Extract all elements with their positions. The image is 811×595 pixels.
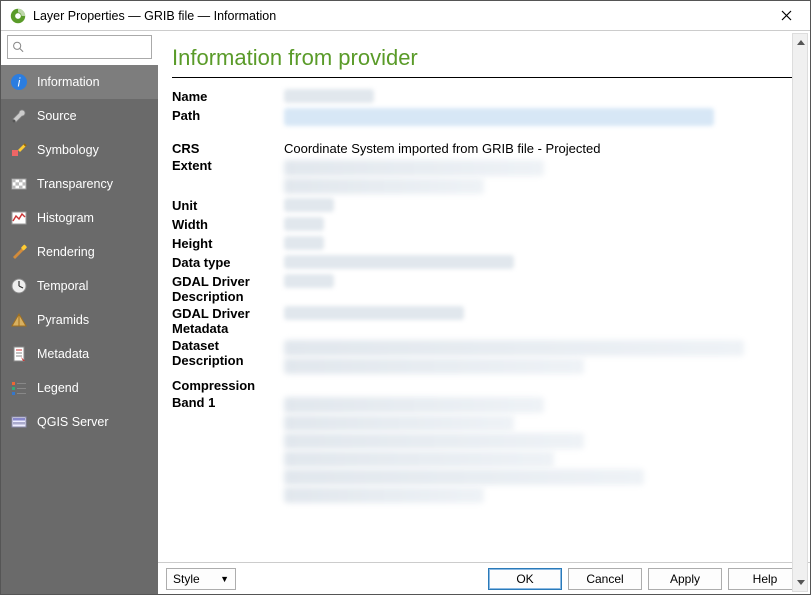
sidebar-item-label: Histogram [37, 211, 94, 225]
style-label: Style [173, 572, 200, 586]
row-gdal-desc: GDAL Driver Description [172, 273, 792, 305]
value [284, 88, 792, 107]
sidebar-item-rendering[interactable]: Rendering [1, 235, 158, 269]
search-input[interactable] [25, 40, 151, 54]
paint-icon [9, 242, 29, 262]
row-path: Path [172, 107, 792, 130]
value [284, 107, 792, 130]
value [284, 394, 792, 506]
key: Data type [172, 254, 284, 273]
key: Dataset Description [172, 337, 284, 377]
value [284, 197, 792, 216]
value [284, 377, 792, 394]
row-compression: Compression [172, 377, 792, 394]
row-width: Width [172, 216, 792, 235]
value [284, 235, 792, 254]
row-height: Height [172, 235, 792, 254]
section-divider [172, 77, 792, 78]
ok-button[interactable]: OK [488, 568, 562, 590]
sidebar-item-pyramids[interactable]: Pyramids [1, 303, 158, 337]
sidebar-item-label: Temporal [37, 279, 88, 293]
server-icon [9, 412, 29, 432]
button-bar: Style ▼ OK Cancel Apply Help [158, 562, 810, 594]
key: Band 1 [172, 394, 284, 506]
row-gdal-meta: GDAL Driver Metadata [172, 305, 792, 337]
sidebar-item-qgis-server[interactable]: QGIS Server [1, 405, 158, 439]
sidebar-item-label: Rendering [37, 245, 95, 259]
vertical-scrollbar[interactable] [792, 33, 808, 592]
sidebar-item-transparency[interactable]: Transparency [1, 167, 158, 201]
doc-icon [9, 344, 29, 364]
main-column: Information from provider Name Path CRSC… [158, 31, 810, 594]
key: Extent [172, 157, 284, 197]
search-icon [12, 40, 25, 54]
row-name: Name [172, 88, 792, 107]
sidebar-item-label: QGIS Server [37, 415, 109, 429]
sidebar-item-histogram[interactable]: Histogram [1, 201, 158, 235]
key: CRS [172, 140, 284, 157]
sidebar-item-temporal[interactable]: Temporal [1, 269, 158, 303]
app-icon [9, 7, 27, 25]
clock-icon [9, 276, 29, 296]
content-area: Information from provider Name Path CRSC… [158, 31, 810, 562]
chart-icon [9, 208, 29, 228]
cancel-button[interactable]: Cancel [568, 568, 642, 590]
value [284, 273, 792, 305]
title-bar: Layer Properties — GRIB file — Informati… [1, 1, 810, 31]
row-dataset-desc: Dataset Description [172, 337, 792, 377]
style-menu-button[interactable]: Style ▼ [166, 568, 236, 590]
sidebar-item-label: Metadata [37, 347, 89, 361]
help-button[interactable]: Help [728, 568, 802, 590]
sidebar-item-label: Source [37, 109, 77, 123]
left-column: i Information Source Symbology Transpare… [1, 31, 158, 594]
chevron-down-icon: ▼ [220, 574, 229, 584]
wrench-icon [9, 106, 29, 126]
sidebar-item-label: Transparency [37, 177, 113, 191]
row-unit: Unit [172, 197, 792, 216]
svg-text:i: i [18, 76, 21, 90]
sidebar-item-source[interactable]: Source [1, 99, 158, 133]
apply-button[interactable]: Apply [648, 568, 722, 590]
key: Height [172, 235, 284, 254]
row-crs: CRSCoordinate System imported from GRIB … [172, 140, 792, 157]
dialog-window: Layer Properties — GRIB file — Informati… [0, 0, 811, 595]
row-datatype: Data type [172, 254, 792, 273]
legend-icon [9, 378, 29, 398]
row-band1: Band 1 [172, 394, 792, 506]
close-button[interactable] [766, 2, 806, 30]
key: GDAL Driver Metadata [172, 305, 284, 337]
search-box[interactable] [7, 35, 152, 59]
key: GDAL Driver Description [172, 273, 284, 305]
key: Path [172, 107, 284, 130]
sidebar-item-label: Information [37, 75, 100, 89]
sidebar-item-legend[interactable]: Legend [1, 371, 158, 405]
value: Coordinate System imported from GRIB fil… [284, 140, 792, 157]
info-table: Name Path CRSCoordinate System imported … [172, 88, 792, 506]
value [284, 157, 792, 197]
value [284, 337, 792, 377]
sidebar-item-metadata[interactable]: Metadata [1, 337, 158, 371]
section-heading: Information from provider [172, 45, 792, 71]
sidebar-item-information[interactable]: i Information [1, 65, 158, 99]
window-title: Layer Properties — GRIB file — Informati… [33, 9, 766, 23]
sidebar: i Information Source Symbology Transpare… [1, 65, 158, 594]
key: Name [172, 88, 284, 107]
sidebar-item-label: Symbology [37, 143, 99, 157]
value [284, 254, 792, 273]
key: Width [172, 216, 284, 235]
value [284, 216, 792, 235]
dialog-body: i Information Source Symbology Transpare… [1, 31, 810, 594]
brush-icon [9, 140, 29, 160]
sidebar-item-symbology[interactable]: Symbology [1, 133, 158, 167]
key: Unit [172, 197, 284, 216]
key: Compression [172, 377, 284, 394]
sidebar-item-label: Pyramids [37, 313, 89, 327]
row-extent: Extent [172, 157, 792, 197]
value [284, 305, 792, 337]
transparency-icon [9, 174, 29, 194]
pyramid-icon [9, 310, 29, 330]
sidebar-item-label: Legend [37, 381, 79, 395]
info-icon: i [9, 72, 29, 92]
search-wrapper [1, 31, 158, 65]
